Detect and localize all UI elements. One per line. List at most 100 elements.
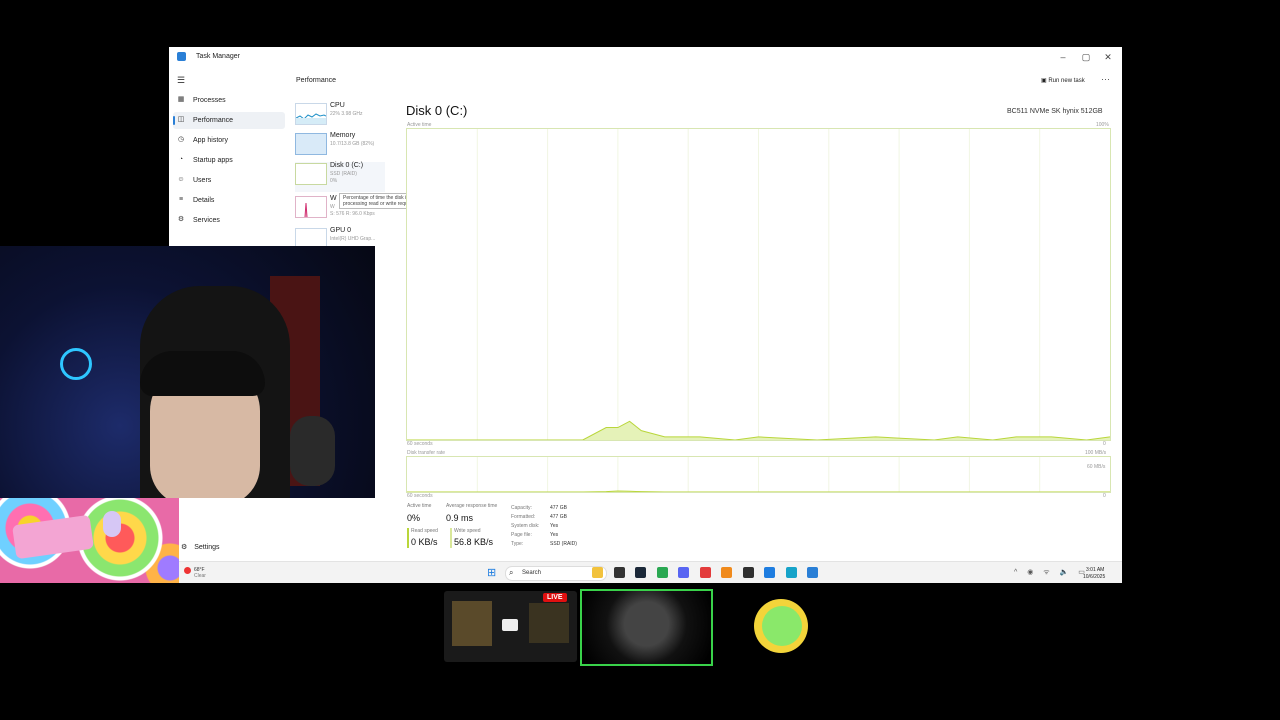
sidebar-item-users[interactable]: ☺ Users (173, 172, 285, 189)
services-icon: ⚙ (177, 216, 185, 223)
game-icon[interactable] (699, 567, 711, 578)
device-detail-usage: 0% (330, 178, 338, 184)
property-system-disk: System disk: Yes (511, 523, 559, 529)
microphone (290, 416, 335, 486)
device-name: CPU (330, 102, 345, 109)
system-tray[interactable]: ^ ◉ ᯤ 🔈 ▭ (1014, 568, 1089, 577)
users-icon: ☺ (177, 176, 185, 183)
memory-mini-graph (295, 133, 327, 155)
monitor-icon (502, 619, 518, 631)
chrome-icon[interactable] (656, 567, 668, 578)
write-speed-value: 56.8 KB/s (454, 537, 494, 547)
property-capacity: Capacity: 477 GB (511, 505, 567, 511)
details-icon: ≡ (178, 196, 184, 203)
selected-thumbnail[interactable] (580, 589, 713, 666)
sidebar-item-startup-apps[interactable]: ◔ Startup apps (173, 152, 285, 169)
device-detail: Intel(R) UHD Grap... (330, 236, 376, 242)
device-name: GPU 0 (330, 227, 352, 234)
device-detail: W (330, 204, 335, 210)
active-time-stat-value: 0% (407, 513, 421, 523)
settings-icon: ⚙ (181, 544, 188, 551)
minimize-button[interactable]: – (1052, 50, 1074, 64)
title-bar[interactable]: Task Manager – ▢ ✕ (169, 47, 1122, 69)
terminal-icon[interactable] (613, 567, 625, 578)
sidebar-item-label: Details (193, 197, 215, 204)
cpu-mini-graph (295, 103, 327, 125)
sidebar-item-services[interactable]: ⚙ Services (173, 212, 285, 229)
sidebar-item-label: App history (193, 137, 229, 144)
durag (140, 351, 265, 396)
sidebar-item-app-history[interactable]: ◷ App history (173, 132, 285, 149)
transfer-rate-chart (406, 456, 1111, 493)
sidebar-item-processes[interactable]: ▦ Processes (173, 92, 285, 109)
task-manager-icon (177, 52, 186, 61)
sidebar-item-label: Services (193, 217, 220, 224)
device-cpu[interactable]: CPU 22% 3.98 GHz (295, 102, 385, 132)
mascot-face (762, 606, 802, 646)
sidebar-item-details[interactable]: ≡ Details (173, 192, 285, 209)
zero-label: 0 (1103, 493, 1106, 499)
disk-model: BC511 NVMe SK hynix 512GB (1007, 108, 1103, 115)
active-time-stat-label: Active time (407, 503, 432, 509)
device-detail: SSD (RAID) (330, 171, 357, 177)
device-detail: 10.7/13.8 GB (82%) (330, 141, 375, 147)
response-time-value: 0.9 ms (446, 513, 474, 523)
read-speed-value: 0 KB/s (411, 537, 438, 547)
page-title: Performance (296, 77, 337, 84)
sidebar-item-performance[interactable]: ◫ Performance (173, 112, 285, 129)
write-speed-accent (450, 528, 452, 548)
desk-overlay-image (0, 498, 179, 583)
more-options-button[interactable]: ··· (1101, 74, 1110, 84)
sidebar-item-label: Startup apps (193, 157, 233, 164)
thumbnail-scene-right (529, 603, 569, 643)
maximize-button[interactable]: ▢ (1075, 50, 1097, 64)
app-history-icon: ◷ (177, 136, 185, 143)
property-formatted: Formatted: 477 GB (511, 514, 567, 520)
mail-icon[interactable] (764, 567, 775, 578)
taskmanager-icon[interactable] (807, 567, 818, 578)
clock-time[interactable]: 3:01 AM (1086, 567, 1104, 573)
obs-icon[interactable] (742, 567, 754, 578)
disk-properties: Capacity: 477 GB Formatted: 477 GB System … (511, 504, 577, 549)
startup-apps-icon: ◔ (178, 156, 184, 163)
close-button[interactable]: ✕ (1097, 50, 1119, 64)
write-speed-label: Write speed (454, 528, 481, 534)
settings-button[interactable]: ⚙ Settings (181, 543, 220, 551)
disk-mini-graph (295, 163, 327, 185)
device-memory[interactable]: Memory 10.7/13.8 GB (82%) (295, 132, 385, 162)
transfer-rate-graph (407, 457, 1110, 493)
weather-icon[interactable] (184, 567, 191, 574)
performance-icon: ◫ (177, 116, 185, 123)
discord-icon[interactable] (678, 567, 689, 578)
live-badge: LIVE (543, 593, 567, 602)
disk-title: Disk 0 (C:) (406, 103, 468, 118)
search-label: Search (522, 570, 542, 576)
arrow-app-icon[interactable] (721, 567, 732, 578)
settings-label: Settings (194, 544, 220, 551)
active-time-graph (407, 129, 1111, 441)
device-name: Memory (330, 132, 356, 139)
zero-label: 0 (1103, 441, 1106, 447)
device-name: W (330, 195, 337, 202)
webcam-overlay (0, 246, 375, 498)
steam-icon[interactable] (635, 567, 646, 578)
weather-condition[interactable]: Clear (194, 573, 206, 579)
wifi-mini-graph (295, 196, 327, 218)
edge-icon[interactable] (785, 567, 797, 578)
response-time-label: Average response time (446, 503, 498, 509)
device-disk-0[interactable]: Disk 0 (C:) SSD (RAID) 0% (295, 162, 385, 192)
device-detail: 22% 3.98 GHz (330, 111, 363, 117)
pink-keyboard (12, 514, 94, 560)
sidebar-item-label: Users (193, 177, 212, 184)
clock-date[interactable]: 10/6/2025 (1083, 574, 1105, 580)
run-new-task-button[interactable]: ▣ Run new task (1041, 77, 1085, 84)
window-title: Task Manager (196, 53, 240, 60)
time-span-label: 60 seconds (407, 441, 433, 447)
device-name: Disk 0 (C:) (330, 162, 364, 169)
active-time-chart (406, 128, 1111, 441)
hamburger-menu-icon[interactable]: ☰ (177, 75, 185, 86)
transfer-rate-mid-label: 60 MB/s (1087, 464, 1106, 470)
windows-start-icon[interactable]: ⊞ (487, 568, 497, 579)
folder-icon[interactable] (592, 567, 603, 578)
device-throughput: S: 576 R: 96.0 Kbps (330, 211, 375, 217)
